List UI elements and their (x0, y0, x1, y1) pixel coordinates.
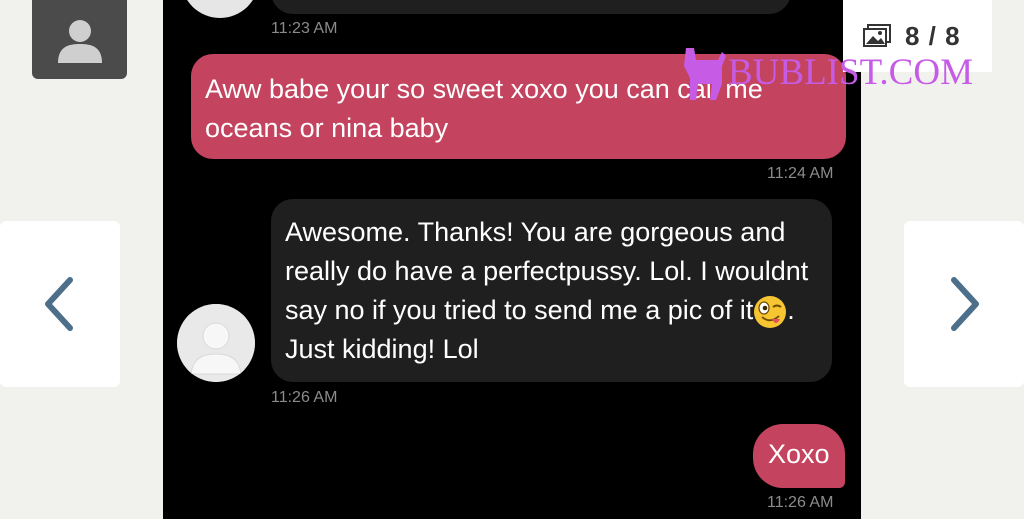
message-bubble-incoming: Awesome. Thanks! You are gorgeous and re… (271, 199, 832, 382)
winking-face-with-tongue-icon (754, 295, 787, 328)
watermark-text: BUBLIST.COM (728, 51, 973, 93)
watermark: BUBLIST.COM (678, 44, 973, 100)
user-silhouette-icon (57, 19, 102, 63)
message-text: Xoxo (768, 439, 830, 469)
avatar (181, 0, 259, 18)
watermark-logo-icon (684, 48, 726, 100)
previous-image-button[interactable] (0, 221, 120, 387)
chevron-right-icon (951, 277, 979, 331)
message-bubble-incoming (271, 0, 791, 14)
message-timestamp: 11:26 AM (271, 389, 338, 406)
message-timestamp: 11:26 AM (767, 494, 834, 511)
message-timestamp: 11:24 AM (767, 165, 834, 182)
message-text: Awesome. Thanks! You are gorgeous and re… (285, 217, 809, 325)
avatar (177, 304, 255, 382)
default-avatar-icon (177, 304, 255, 382)
next-image-button[interactable] (904, 221, 1024, 387)
chevron-left-icon (45, 277, 73, 331)
message-timestamp: 11:23 AM (271, 20, 338, 37)
message-bubble-outgoing: Xoxo (753, 424, 845, 488)
user-thumbnail[interactable] (32, 0, 127, 79)
